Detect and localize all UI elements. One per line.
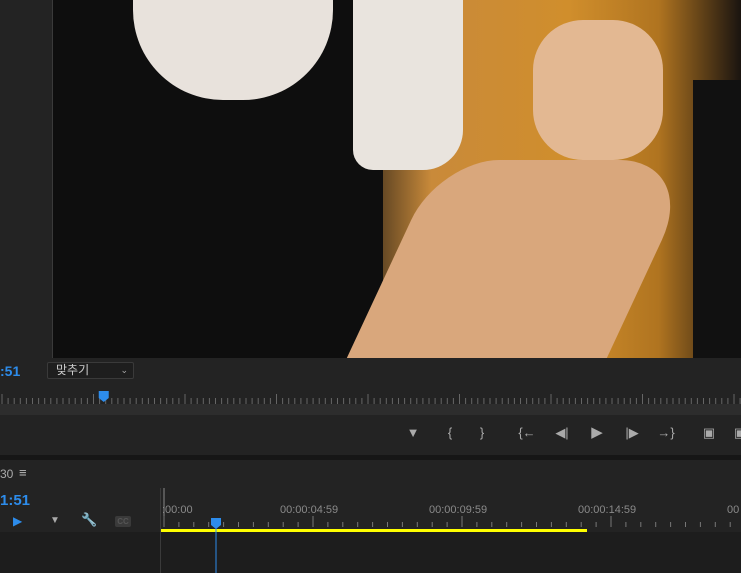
play-button[interactable]: ▶ <box>587 423 607 441</box>
wrench-icon[interactable]: 🔧 <box>81 512 97 528</box>
fit-dropdown-value: 맞추기 <box>56 363 90 377</box>
lift-button[interactable]: ▣ <box>699 425 719 441</box>
timeline-ruler[interactable] <box>161 488 741 573</box>
mark-in-button[interactable]: { <box>440 425 460 440</box>
timeline-timecode[interactable]: 1:51 <box>0 492 30 509</box>
go-to-out-button[interactable]: →} <box>656 425 676 440</box>
step-forward-button[interactable]: |▶ <box>622 425 642 441</box>
snap-icon[interactable]: ▶ <box>13 514 22 528</box>
playhead-marker <box>98 391 109 402</box>
program-scroll-bar[interactable] <box>0 404 741 415</box>
left-panel <box>0 0 53 358</box>
mark-out-button[interactable]: } <box>472 425 492 440</box>
panel-menu-icon[interactable]: ≡ <box>19 465 27 480</box>
work-area-bar <box>161 529 587 532</box>
sequence-tab[interactable]: 30 <box>0 467 13 481</box>
chevron-down-icon: ⌄ <box>120 365 128 375</box>
video-frame <box>53 0 741 358</box>
marker-icon[interactable]: ▼ <box>50 515 60 526</box>
program-timecode[interactable]: :51 <box>0 363 20 379</box>
add-marker-button[interactable]: ▼ <box>403 425 423 440</box>
fit-dropdown[interactable]: 맞추기 ⌄ <box>47 362 134 379</box>
extract-button[interactable]: ▣ <box>730 425 741 441</box>
playhead-marker <box>211 518 221 529</box>
go-to-in-button[interactable]: {← <box>517 425 537 440</box>
program-time-ruler[interactable] <box>0 390 741 404</box>
captions-icon[interactable]: CC <box>115 516 131 527</box>
step-back-button[interactable]: ◀| <box>552 425 572 441</box>
